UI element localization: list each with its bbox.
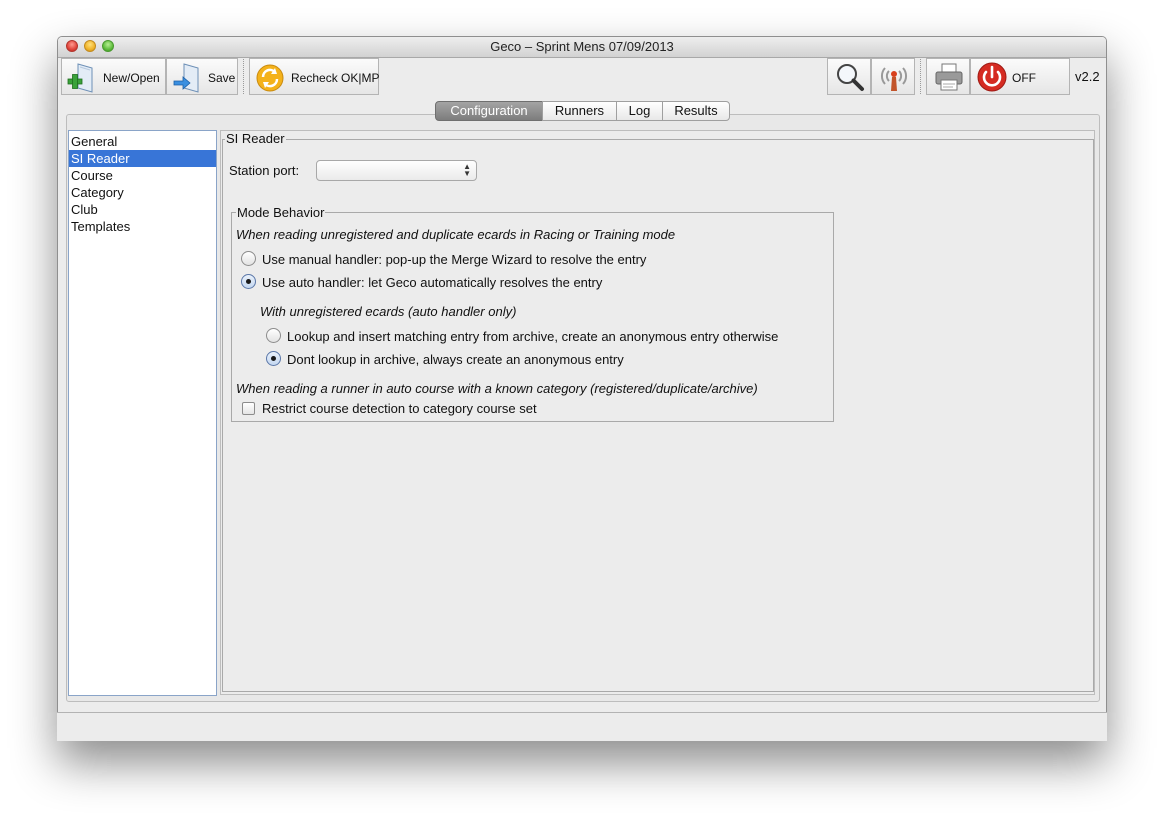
new-open-button[interactable]: New/Open: [61, 58, 166, 95]
unregistered-intro: With unregistered ecards (auto handler o…: [260, 304, 517, 319]
config-nav-list: General SI Reader Course Category Club T…: [68, 130, 217, 696]
manual-handler-radio[interactable]: [241, 251, 256, 266]
lookup-archive-radio[interactable]: [266, 328, 281, 343]
lookup-archive-label[interactable]: Lookup and insert matching entry from ar…: [287, 329, 778, 344]
restrict-course-label[interactable]: Restrict course detection to category co…: [262, 401, 537, 416]
sidebar-item-club[interactable]: Club: [69, 201, 216, 218]
status-bar: [57, 712, 1107, 741]
power-icon: [976, 62, 1008, 95]
version-label: v2.2: [1075, 69, 1100, 84]
recheck-button[interactable]: Recheck OK|MP: [249, 58, 379, 95]
sidebar-item-si-reader[interactable]: SI Reader: [69, 150, 216, 167]
tab-log[interactable]: Log: [616, 101, 663, 121]
manual-handler-label[interactable]: Use manual handler: pop-up the Merge Wiz…: [262, 252, 646, 267]
mode-behavior-intro: When reading unregistered and duplicate …: [236, 227, 676, 242]
save-file-icon: [171, 62, 203, 97]
tab-configuration[interactable]: Configuration: [435, 101, 543, 121]
sidebar-item-general[interactable]: General: [69, 133, 216, 150]
sidebar-item-category[interactable]: Category: [69, 184, 216, 201]
off-toggle-button[interactable]: OFF: [970, 58, 1070, 95]
recheck-label: Recheck OK|MP: [291, 71, 380, 85]
auto-handler-label[interactable]: Use auto handler: let Geco automatically…: [262, 275, 602, 290]
recheck-icon: [255, 63, 285, 96]
antenna-icon: [879, 62, 909, 95]
dont-lookup-label[interactable]: Dont lookup in archive, always create an…: [287, 352, 624, 367]
tab-runners[interactable]: Runners: [542, 101, 617, 121]
restrict-course-checkbox[interactable]: [242, 402, 255, 415]
si-reader-title: SI Reader: [225, 131, 286, 146]
toolbar-separator-2: [920, 59, 922, 94]
dont-lookup-radio[interactable]: [266, 351, 281, 366]
auto-handler-radio[interactable]: [241, 274, 256, 289]
mode-behavior-title: Mode Behavior: [236, 205, 326, 220]
sidebar-item-course[interactable]: Course: [69, 167, 216, 184]
printer-icon: [933, 62, 965, 95]
si-station-button[interactable]: [871, 58, 915, 95]
print-button[interactable]: [926, 58, 970, 95]
title-bar: Geco – Sprint Mens 07/09/2013: [58, 37, 1106, 58]
station-port-select[interactable]: ▲ ▼: [316, 160, 477, 181]
chevron-updown-icon: ▲ ▼: [463, 162, 471, 178]
auto-course-intro: When reading a runner in auto course wit…: [236, 381, 758, 396]
tab-results[interactable]: Results: [662, 101, 730, 121]
new-file-icon: [66, 62, 96, 97]
magnifier-icon: [834, 62, 866, 95]
toolbar-separator: [243, 59, 245, 94]
save-label: Save: [208, 71, 236, 85]
window-title: Geco – Sprint Mens 07/09/2013: [490, 39, 674, 54]
search-button[interactable]: [827, 58, 871, 95]
sidebar-item-templates[interactable]: Templates: [69, 218, 216, 235]
station-port-label: Station port:: [229, 163, 300, 178]
save-button[interactable]: Save: [166, 58, 238, 95]
off-label: OFF: [1012, 71, 1036, 85]
new-open-label: New/Open: [103, 71, 160, 85]
